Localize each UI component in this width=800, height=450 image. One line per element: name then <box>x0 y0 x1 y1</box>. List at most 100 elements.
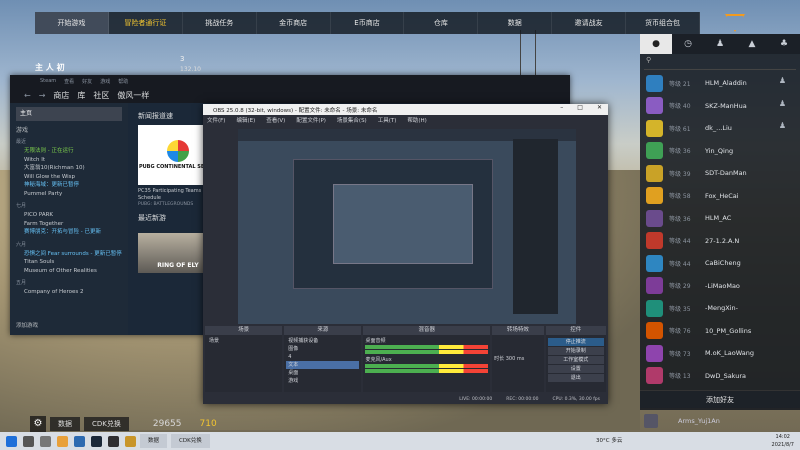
library-game[interactable]: 无限法则 - 正在运行 <box>24 147 122 156</box>
source-item[interactable]: 视频捕获设备 <box>286 337 359 345</box>
group-icon[interactable]: ▲ <box>736 34 768 54</box>
obs-menu-view[interactable]: 查看(V) <box>266 116 285 124</box>
edge-icon[interactable] <box>74 435 85 447</box>
friends-person-icon[interactable]: ● <box>640 34 672 54</box>
obs-menu-help[interactable]: 帮助(H) <box>407 116 426 124</box>
source-item[interactable]: 游戏 <box>286 377 359 385</box>
friend-row[interactable]: 等级 61 dk_...Liu ♟ <box>640 117 800 140</box>
tab-challenges[interactable]: 挑战任务 <box>183 12 257 34</box>
tab-gold-shop[interactable]: 金币商店 <box>257 12 331 34</box>
nav-store[interactable]: 商店 <box>53 90 69 101</box>
volume-slider[interactable] <box>365 350 489 354</box>
steam-menu-item[interactable]: 好友 <box>82 78 92 85</box>
friend-row[interactable]: 等级 36 Yin_Qing <box>640 140 800 163</box>
taskbar-app[interactable]: 数据 <box>140 434 168 448</box>
friends-search-input[interactable]: ⚲ <box>644 56 796 70</box>
friend-row[interactable]: 等级 29 -LiMaoMao <box>640 275 800 298</box>
nav-library[interactable]: 库 <box>77 90 85 101</box>
cdk-redeem-button[interactable]: CDK兑换 <box>84 417 129 431</box>
settings-button[interactable]: 设置 <box>547 365 604 373</box>
library-game[interactable]: Pummel Party <box>24 190 122 199</box>
games-filter[interactable]: 游戏 <box>16 125 122 134</box>
obs-menu-tools[interactable]: 工具(T) <box>378 116 397 124</box>
forward-arrow-icon[interactable]: → <box>39 91 46 100</box>
obs-preview-canvas[interactable] <box>238 129 576 324</box>
obs-menu-file[interactable]: 文件(F) <box>207 116 225 124</box>
source-item[interactable]: 图像 <box>286 345 359 353</box>
tab-currency-pack[interactable]: 货币组合包 <box>626 12 701 34</box>
tab-battle-pass[interactable]: 冒险者通行证 <box>109 12 183 34</box>
source-item[interactable]: 桌面 <box>286 369 359 377</box>
obs-menu-profile[interactable]: 配置文件(P) <box>296 116 326 124</box>
source-item[interactable]: 文本 <box>286 361 360 369</box>
library-game[interactable]: 赛博朋克：开拓与冒险 - 已更新 <box>24 228 122 237</box>
stop-stream-button[interactable]: 停止推流 <box>547 338 604 346</box>
people-icon[interactable]: ♣ <box>768 34 800 54</box>
close-icon[interactable]: ✕ <box>597 104 602 111</box>
tab-ecoin-shop[interactable]: E币商店 <box>331 12 405 34</box>
library-game[interactable]: Museum of Other Realities <box>24 267 122 276</box>
steam-menu-item[interactable]: 帮助 <box>118 78 128 85</box>
tab-warehouse[interactable]: 仓库 <box>404 12 479 34</box>
library-game[interactable]: Titan Souls <box>24 258 122 267</box>
task-view-icon[interactable] <box>40 435 51 447</box>
friend-avatar <box>646 209 663 227</box>
nav-username[interactable]: 傲风一样 <box>117 90 149 101</box>
tab-start-game[interactable]: 开始游戏 <box>35 12 109 34</box>
library-game[interactable]: 恐惧之间 Fear surrounds - 更新已暂停 <box>24 250 122 259</box>
add-friend-button[interactable]: 添加好友 <box>640 390 800 408</box>
game-icon[interactable] <box>125 435 136 447</box>
nav-community[interactable]: 社区 <box>93 90 109 101</box>
steam-menu-item[interactable]: 游戏 <box>100 78 110 85</box>
weather-widget[interactable]: 30°C 多云 <box>596 436 622 444</box>
duration-input[interactable]: 300 ms <box>506 356 525 362</box>
obs-menu-edit[interactable]: 编辑(E) <box>236 116 255 124</box>
library-home[interactable]: 主页 <box>16 107 122 121</box>
history-clock-icon[interactable]: ◷ <box>672 34 704 54</box>
taskbar-app[interactable]: CDK兑换 <box>171 434 210 448</box>
steam-menu-item[interactable]: Steam <box>40 78 56 84</box>
friend-row[interactable]: 等级 73 M.oK_LaoWang <box>640 342 800 365</box>
friend-row[interactable]: 等级 44 CaBiCheng <box>640 252 800 275</box>
friend-row[interactable]: 等级 76 10_PM_Gollins <box>640 320 800 343</box>
scene-item[interactable]: 场景 <box>207 337 280 345</box>
friend-row[interactable]: 等级 13 DwD_Sakura <box>640 365 800 388</box>
friend-row[interactable]: 等级 21 HLM_Aladdin ♟ <box>640 72 800 95</box>
back-arrow-icon[interactable]: ← <box>24 91 31 100</box>
exit-button[interactable]: 退出 <box>547 374 604 382</box>
library-game[interactable]: 神秘海域：更新已暂停 <box>24 181 122 190</box>
tab-data[interactable]: 数据 <box>478 12 553 34</box>
start-icon[interactable] <box>6 435 17 447</box>
library-game[interactable]: Farm Together <box>24 220 122 229</box>
clock[interactable]: 14:02 2021/8/7 <box>772 433 794 449</box>
friend-row[interactable]: 等级 35 -MengXin- <box>640 297 800 320</box>
maximize-icon[interactable]: □ <box>577 104 583 111</box>
obs-menu-scene-collection[interactable]: 场景集合(S) <box>337 116 367 124</box>
library-game[interactable]: Company of Heroes 2 <box>24 288 122 297</box>
library-game[interactable]: 大富翁10(Richman 10) <box>24 164 122 173</box>
my-profile-bar[interactable]: Arms_Yuj1An <box>640 412 800 430</box>
source-item[interactable]: 4 <box>286 353 359 361</box>
friend-row[interactable]: 等级 58 Fox_HeCai <box>640 185 800 208</box>
obs-icon[interactable] <box>108 435 119 447</box>
library-game[interactable]: Will Glow the Wisp <box>24 173 122 182</box>
start-recording-button[interactable]: 开始录制 <box>547 347 604 355</box>
add-person-icon[interactable]: ♟ <box>704 34 736 54</box>
minimize-icon[interactable]: – <box>560 104 563 111</box>
tab-invite[interactable]: 邀请战友 <box>552 12 627 34</box>
library-game[interactable]: Witch It <box>24 156 122 165</box>
steam-icon[interactable] <box>91 435 102 447</box>
folder-icon[interactable] <box>57 435 68 447</box>
friend-row[interactable]: 等级 39 SDT-DanMan <box>640 162 800 185</box>
gear-icon[interactable]: ⚙ <box>30 416 46 432</box>
friend-row[interactable]: 等级 40 SKZ-ManHua ♟ <box>640 95 800 118</box>
steam-menu-item[interactable]: 查看 <box>64 78 74 85</box>
friend-row[interactable]: 等级 36 HLM_AC <box>640 207 800 230</box>
friend-row[interactable]: 等级 44 27-1.2.A.N <box>640 230 800 253</box>
studio-mode-button[interactable]: 工作室模式 <box>547 356 604 364</box>
search-icon[interactable] <box>23 435 34 447</box>
data-button[interactable]: 数据 <box>50 417 80 431</box>
add-game-button[interactable]: 添加游戏 <box>16 321 38 329</box>
library-game[interactable]: PICO PARK <box>24 211 122 220</box>
volume-slider[interactable] <box>365 369 489 373</box>
